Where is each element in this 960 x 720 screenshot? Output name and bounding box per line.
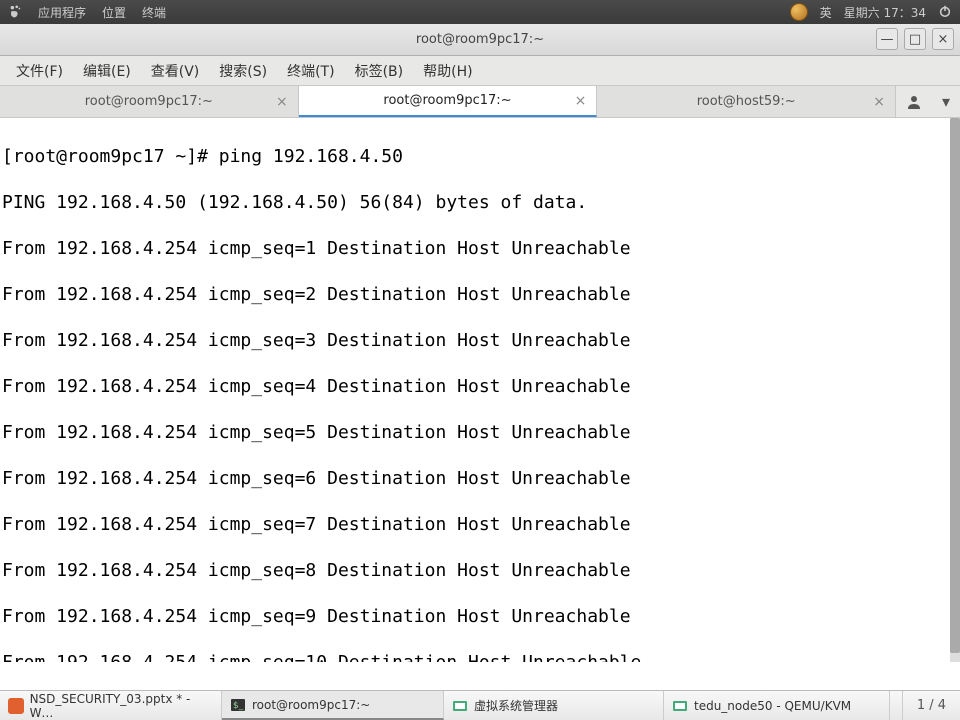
tab-close-icon[interactable]: × — [873, 94, 885, 110]
terminal-line: PING 192.168.4.50 (192.168.4.50) 56(84) … — [2, 191, 956, 214]
ime-indicator[interactable]: 英 — [820, 4, 832, 21]
taskbar-item-wps[interactable]: NSD_SECURITY_03.pptx * - W… — [0, 691, 222, 720]
terminal-line: From 192.168.4.254 icmp_seq=1 Destinatio… — [2, 237, 956, 260]
terminal-line: From 192.168.4.254 icmp_seq=9 Destinatio… — [2, 605, 956, 628]
terminal-line: From 192.168.4.254 icmp_seq=10 Destinati… — [2, 651, 956, 662]
user-icon[interactable] — [906, 94, 922, 110]
svg-text:$_: $_ — [233, 701, 244, 711]
taskbar-label: tedu_node50 - QEMU/KVM — [694, 699, 851, 713]
taskbar-item-virt-manager[interactable]: 虚拟系统管理器 — [444, 691, 664, 720]
gnome-foot-icon — [8, 5, 22, 19]
terminal-line: From 192.168.4.254 icmp_seq=5 Destinatio… — [2, 421, 956, 444]
tab-label: root@room9pc17:~ — [383, 93, 511, 108]
window-titlebar[interactable]: root@room9pc17:~ — □ × — [0, 24, 960, 56]
menu-help[interactable]: 帮助(H) — [413, 57, 482, 85]
scrollbar-thumb[interactable] — [950, 118, 960, 653]
close-button[interactable]: × — [932, 28, 954, 50]
power-icon[interactable] — [938, 4, 952, 21]
minimize-button[interactable]: — — [876, 28, 898, 50]
menu-tabs[interactable]: 标签(B) — [345, 57, 414, 85]
taskbar-item-qemu[interactable]: tedu_node50 - QEMU/KVM — [664, 691, 890, 720]
menu-view[interactable]: 查看(V) — [141, 57, 210, 85]
terminal-output[interactable]: [root@room9pc17 ~]# ping 192.168.4.50 PI… — [0, 118, 960, 662]
tab-label: root@room9pc17:~ — [85, 94, 213, 109]
menu-terminal[interactable]: 终端(T) — [277, 57, 344, 85]
workspace-indicator[interactable]: 1 / 4 — [902, 691, 960, 720]
menu-file[interactable]: 文件(F) — [6, 57, 73, 85]
desktop-topbar: 应用程序 位置 终端 英 星期六 17：34 — [0, 0, 960, 24]
tabbar: root@room9pc17:~ × root@room9pc17:~ × ro… — [0, 86, 960, 118]
taskbar-label: root@room9pc17:~ — [252, 698, 370, 712]
terminal-line: From 192.168.4.254 icmp_seq=4 Destinatio… — [2, 375, 956, 398]
terminal-line: From 192.168.4.254 icmp_seq=6 Destinatio… — [2, 467, 956, 490]
topbar-places[interactable]: 位置 — [102, 4, 126, 21]
menu-search[interactable]: 搜索(S) — [209, 57, 277, 85]
terminal-line: From 192.168.4.254 icmp_seq=2 Destinatio… — [2, 283, 956, 306]
clock[interactable]: 星期六 17：34 — [844, 4, 926, 21]
terminal-line: From 192.168.4.254 icmp_seq=8 Destinatio… — [2, 559, 956, 582]
tab-label: root@host59:~ — [697, 94, 796, 109]
taskbar-label: 虚拟系统管理器 — [474, 697, 558, 714]
taskbar-label: NSD_SECURITY_03.pptx * - W… — [30, 692, 213, 720]
terminal-line: From 192.168.4.254 icmp_seq=3 Destinatio… — [2, 329, 956, 352]
window-title: root@room9pc17:~ — [416, 32, 544, 47]
terminal-line: [root@room9pc17 ~]# ping 192.168.4.50 — [2, 145, 956, 168]
tab-close-icon[interactable]: × — [276, 94, 288, 110]
scrollbar[interactable] — [950, 118, 960, 662]
virt-manager-icon — [452, 698, 468, 714]
terminal-line: From 192.168.4.254 icmp_seq=7 Destinatio… — [2, 513, 956, 536]
taskbar: NSD_SECURITY_03.pptx * - W… $_ root@room… — [0, 690, 960, 720]
status-applet-icon[interactable] — [790, 3, 808, 21]
tab-2[interactable]: root@host59:~ × — [597, 86, 896, 117]
maximize-button[interactable]: □ — [904, 28, 926, 50]
tab-0[interactable]: root@room9pc17:~ × — [0, 86, 299, 117]
tab-close-icon[interactable]: × — [575, 93, 587, 109]
taskbar-item-terminal[interactable]: $_ root@room9pc17:~ — [222, 691, 444, 720]
menubar: 文件(F) 编辑(E) 查看(V) 搜索(S) 终端(T) 标签(B) 帮助(H… — [0, 56, 960, 86]
terminal-icon: $_ — [230, 697, 246, 713]
wps-icon — [8, 698, 24, 714]
qemu-icon — [672, 698, 688, 714]
tab-1[interactable]: root@room9pc17:~ × — [299, 86, 598, 117]
topbar-terminal[interactable]: 终端 — [142, 4, 166, 21]
menu-edit[interactable]: 编辑(E) — [73, 57, 141, 85]
topbar-applications[interactable]: 应用程序 — [38, 4, 86, 21]
tab-dropdown-icon[interactable]: ▾ — [942, 92, 950, 111]
